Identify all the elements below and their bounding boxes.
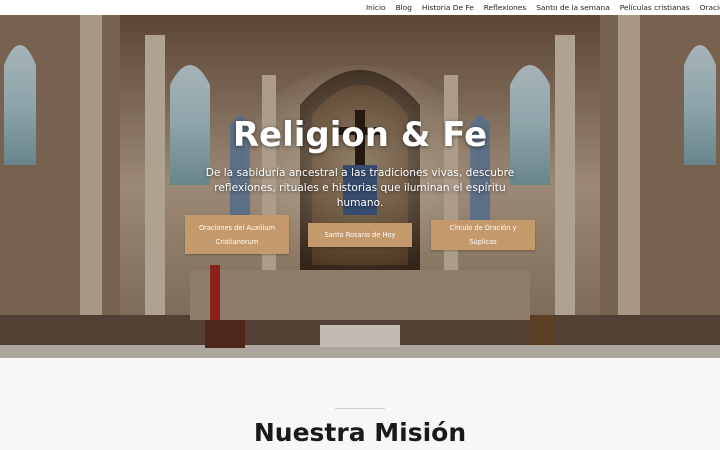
nav-item-oraciones[interactable]: Oraciones	[700, 0, 720, 15]
auxilium-prayers-button[interactable]: Oraciones del Auxilium Cristianorum	[185, 215, 289, 254]
mission-title: Nuestra Misión	[253, 418, 467, 447]
nav-item-historia-de-fe[interactable]: Historia De Fe	[422, 0, 474, 15]
nav-item-blog[interactable]: Blog	[396, 0, 412, 15]
hero-subtitle: De la sabiduría ancestral a las tradicio…	[205, 167, 515, 209]
prayer-circle-button[interactable]: Círculo de Oración y Súplicas	[431, 220, 535, 250]
nav-item-inicio[interactable]: Inicio	[366, 0, 386, 15]
nav-item-santo-de-la-semana[interactable]: Santo de la semana	[536, 0, 610, 15]
hero-section: Religion & Fe De la sabiduría ancestral …	[0, 15, 720, 358]
rosary-today-button[interactable]: Santo Rosario de Hoy	[308, 223, 412, 247]
nav-item-reflexiones[interactable]: Reflexiones	[484, 0, 526, 15]
top-navigation-bar: Inicio Blog Historia De Fe Reflexiones S…	[0, 0, 720, 15]
main-nav: Inicio Blog Historia De Fe Reflexiones S…	[366, 0, 720, 15]
hero-title: Religion & Fe	[232, 115, 488, 155]
nav-item-peliculas-cristianas[interactable]: Películas cristianas	[620, 0, 690, 15]
section-divider	[335, 408, 385, 409]
mission-section: Nuestra Misión	[0, 358, 720, 450]
